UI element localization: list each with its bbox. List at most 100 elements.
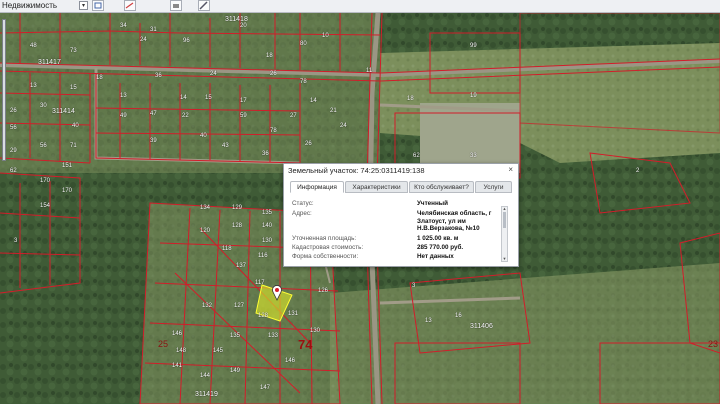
tab-services[interactable]: Услуги	[475, 181, 512, 193]
parcel-number: 71	[70, 143, 77, 149]
parcel-number: 154	[40, 203, 51, 209]
info-label: Кадастровая стоимость:	[292, 244, 364, 251]
tab-who-serves[interactable]: Кто обслуживает?	[409, 181, 474, 193]
parcel-number: 62	[10, 168, 17, 174]
scroll-thumb[interactable]	[503, 212, 506, 228]
location-pin-icon[interactable]	[270, 285, 284, 301]
parcel-number: 129	[232, 205, 243, 211]
zoom-track[interactable]	[2, 19, 6, 161]
parcel-number: 47	[150, 111, 157, 117]
info-label: Уточненная площадь:	[292, 235, 357, 242]
parcel-number: 19	[470, 93, 477, 99]
parcel-number: 99	[470, 43, 477, 49]
parcel-number: 3	[412, 283, 416, 289]
parcel-number: 15	[70, 85, 77, 91]
zoom-slider[interactable]	[0, 13, 6, 163]
parcel-number: 33	[470, 153, 477, 159]
parcel-number: 62	[413, 153, 420, 159]
print-icon[interactable]	[170, 0, 182, 11]
parcel-number: 29	[10, 148, 17, 154]
scroll-down-icon[interactable]: ▼	[502, 257, 507, 261]
parcel-number: 130	[262, 238, 273, 244]
parcel-number: 117	[255, 280, 265, 286]
parcel-number: 147	[260, 385, 271, 391]
district-code: 311418	[225, 16, 248, 23]
parcel-number: 3	[14, 238, 18, 244]
info-label: Статус:	[292, 200, 314, 207]
district-code: 311419	[195, 391, 218, 398]
parcel-number: 18	[266, 53, 273, 59]
parcel-number: 40	[200, 133, 207, 139]
draw-icon[interactable]	[198, 0, 210, 11]
parcel-number: 13	[120, 93, 127, 99]
info-value: 285 770.00 руб.	[417, 244, 464, 251]
tab-info[interactable]: Информация	[290, 181, 344, 193]
tab-characteristics[interactable]: Характеристики	[345, 181, 408, 193]
measure-icon[interactable]	[124, 0, 136, 11]
close-icon[interactable]: ×	[508, 165, 513, 174]
parcel-number: 80	[300, 41, 307, 47]
parcel-number: 22	[182, 113, 189, 119]
parcel-number: 56	[10, 125, 17, 131]
parcel-number: 133	[268, 333, 279, 339]
info-value: Челябинская область, г Златоуст, ул им Н…	[417, 210, 492, 232]
parcel-number: 135	[230, 333, 241, 339]
parcel-number: 56	[40, 143, 47, 149]
parcel-number: 146	[172, 331, 183, 337]
popup-scrollbar[interactable]: ▲ ▼	[501, 206, 508, 262]
district-code: 311417	[38, 59, 61, 66]
layer-select[interactable]: Недвижимость	[0, 0, 57, 12]
parcel-number: 14	[310, 98, 317, 104]
parcel-number: 73	[70, 48, 77, 54]
popup-tabs: Информация Характеристики Кто обслуживае…	[290, 181, 512, 194]
parcel-number: 24	[340, 123, 347, 129]
parcel-number: 146	[285, 358, 296, 364]
parcel-number: 49	[120, 113, 127, 119]
parcel-number: 13	[425, 318, 432, 324]
parcel-number: 36	[262, 151, 269, 157]
info-value: Учтенный	[417, 200, 449, 207]
parcel-number: 27	[290, 113, 297, 119]
scroll-up-icon[interactable]: ▲	[502, 207, 507, 211]
parcel-number: 40	[72, 123, 79, 129]
block-number: 25	[158, 339, 169, 349]
parcel-number: 78	[300, 79, 307, 85]
info-label: Адрес:	[292, 210, 312, 217]
parcel-number: 126	[318, 288, 329, 294]
map-toolbar: Недвижимость ▾	[0, 0, 720, 13]
parcel-number: 11	[366, 68, 373, 74]
popup-title: Земельный участок: 74:25:0311419:138	[288, 166, 425, 175]
parcel-number: 148	[176, 348, 187, 354]
parcel-number: 137	[236, 263, 247, 269]
parcel-number: 134	[200, 205, 211, 211]
parcel-number: 145	[213, 348, 224, 354]
parcel-number: 59	[240, 113, 247, 119]
parcel-number: 131	[288, 311, 299, 317]
parcel-number: 14	[180, 95, 187, 101]
parcel-number: 96	[183, 38, 190, 44]
parcel-number: 149	[230, 368, 241, 374]
layers-icon[interactable]	[92, 0, 104, 11]
chevron-down-icon[interactable]: ▾	[79, 1, 88, 10]
parcel-number: 128	[258, 313, 269, 319]
block-number: 23	[708, 339, 719, 349]
parcel-number: 24	[210, 71, 217, 77]
parcel-number: 16	[455, 313, 462, 319]
parcel-number: 141	[172, 363, 183, 369]
parcel-number: 43	[222, 143, 229, 149]
parcel-number: 151	[62, 163, 73, 169]
parcel-number: 36	[155, 73, 162, 79]
parcel-number: 34	[120, 23, 127, 29]
parcel-number: 118	[222, 246, 232, 252]
parcel-number: 15	[205, 95, 212, 101]
parcel-number: 26	[305, 141, 312, 147]
parcel-number: 26	[10, 108, 17, 114]
parcel-number: 21	[330, 108, 337, 114]
parcel-number: 26	[270, 71, 277, 77]
quarter-number: 74	[298, 337, 313, 352]
parcel-number: 24	[140, 37, 147, 43]
parcel-number: 120	[200, 228, 211, 234]
parcel-info-popup: Земельный участок: 74:25:0311419:138 × И…	[283, 163, 519, 267]
parcel-number: 135	[262, 210, 273, 216]
parcel-number: 144	[200, 373, 211, 379]
